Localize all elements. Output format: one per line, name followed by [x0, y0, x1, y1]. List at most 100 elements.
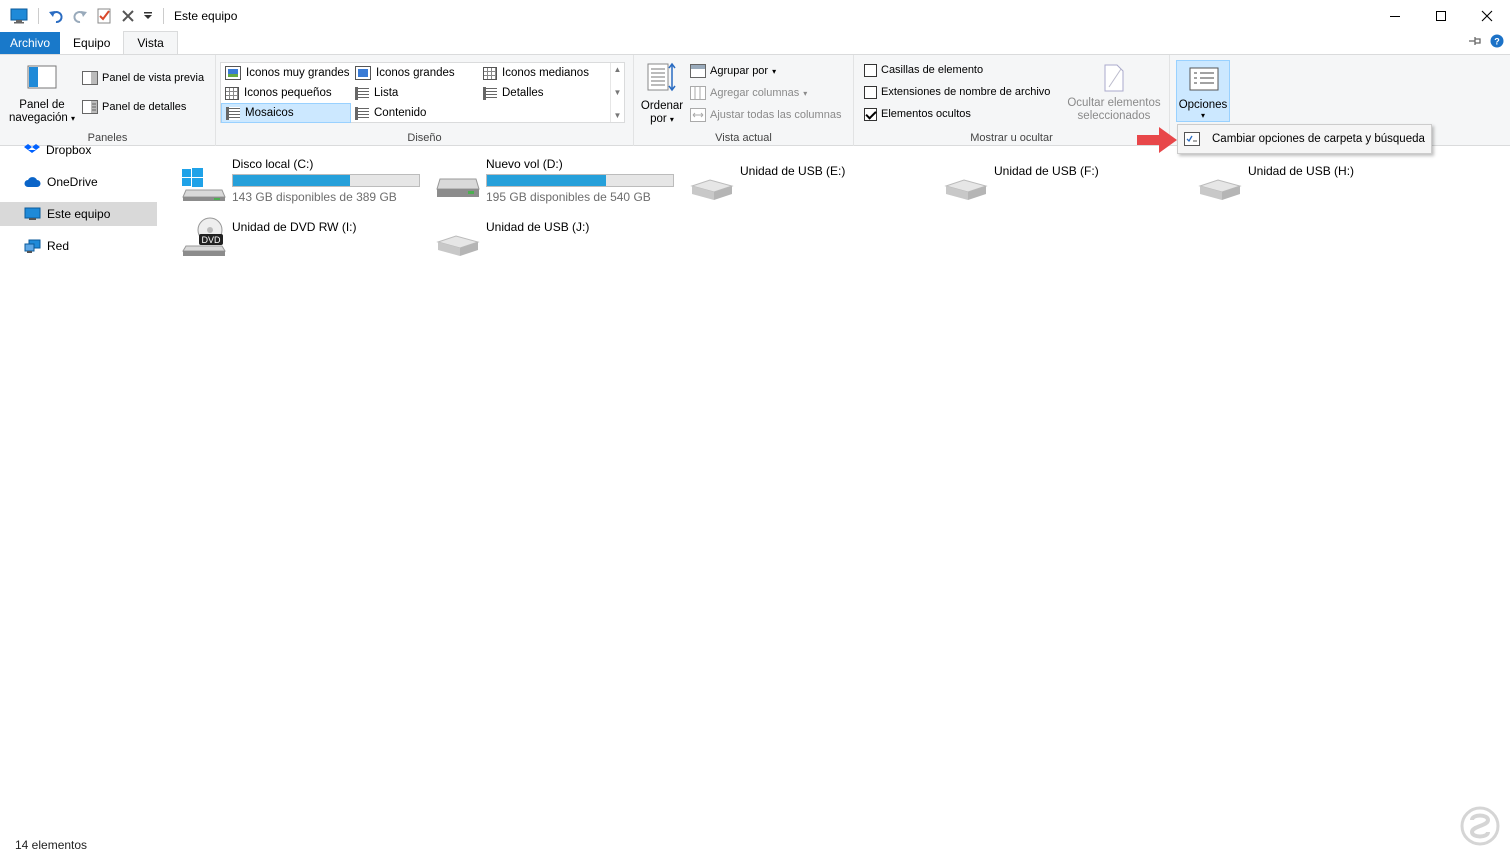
- dvd-badge: DVD: [201, 235, 221, 245]
- group-panes: Panel de navegación ▾ Panel de vista pre…: [0, 55, 216, 146]
- nav-item-label: Dropbox: [46, 143, 92, 157]
- navigation-pane-button[interactable]: Panel de navegación ▾: [6, 65, 78, 125]
- redo-icon[interactable]: [69, 5, 91, 27]
- size-columns-label: Ajustar todas las columnas: [710, 109, 842, 121]
- nav-item-this-pc[interactable]: Este equipo: [0, 202, 157, 226]
- drive-h[interactable]: Unidad de USB (H:): [1198, 164, 1448, 214]
- drive-name: Unidad de USB (F:): [994, 164, 1099, 178]
- network-icon: [24, 239, 41, 253]
- nav-item-label: Este equipo: [47, 207, 111, 221]
- nav-item-label: OneDrive: [47, 175, 98, 189]
- scroll-down-icon[interactable]: ▼: [614, 88, 622, 97]
- layout-list[interactable]: Lista: [351, 83, 398, 103]
- size-columns-icon: [690, 108, 706, 122]
- drive-j[interactable]: Unidad de USB (J:): [436, 220, 686, 270]
- layout-tiles[interactable]: Mosaicos: [221, 103, 351, 123]
- hide-selected-items-button[interactable]: Ocultar elementos seleccionados: [1064, 63, 1164, 123]
- help-icon[interactable]: ?: [1490, 34, 1504, 51]
- hidden-items-checkbox[interactable]: [864, 107, 877, 121]
- size-columns-button[interactable]: Ajustar todas las columnas: [690, 105, 841, 125]
- details-label: Detalles: [502, 87, 544, 99]
- sort-by-icon: [647, 62, 676, 92]
- medium-icons-icon: [483, 66, 497, 80]
- drive-name: Unidad de USB (E:): [740, 164, 846, 178]
- group-label-layout: Diseño: [407, 132, 442, 144]
- drive-c[interactable]: Disco local (C:) 143 GB disponibles de 3…: [182, 157, 432, 207]
- add-columns-label: Agregar columnas: [710, 87, 800, 99]
- chevron-down-icon: ▾: [803, 88, 808, 98]
- window-title: Este equipo: [174, 9, 238, 23]
- hidden-items-label: Elementos ocultos: [881, 108, 971, 120]
- layout-large-icons[interactable]: Iconos grandes: [351, 63, 455, 83]
- delete-icon[interactable]: [117, 5, 139, 27]
- group-by-button[interactable]: Agrupar por ▾: [690, 61, 776, 81]
- drive-i[interactable]: DVD Unidad de DVD RW (I:): [182, 217, 432, 270]
- sort-by-label-1: Ordenar: [640, 100, 684, 112]
- red-arrow-annotation: [1137, 125, 1179, 158]
- svg-text:?: ?: [1494, 37, 1500, 47]
- content-icon: [355, 106, 369, 120]
- ribbon-controls: ?: [1468, 34, 1504, 51]
- undo-icon[interactable]: [45, 5, 67, 27]
- layout-details[interactable]: Detalles: [479, 83, 544, 103]
- list-label: Lista: [374, 87, 399, 99]
- close-button[interactable]: [1464, 0, 1510, 32]
- tab-view[interactable]: Vista: [123, 31, 178, 54]
- file-extensions-checkbox[interactable]: [864, 85, 877, 99]
- nav-item-label: Red: [47, 239, 70, 253]
- nav-item-onedrive[interactable]: OneDrive: [0, 170, 157, 194]
- large-icons-label: Iconos grandes: [376, 67, 455, 79]
- tab-file[interactable]: Archivo: [0, 32, 61, 54]
- group-label-current-view: Vista actual: [715, 132, 772, 144]
- layout-medium-icons[interactable]: Iconos medianos: [479, 63, 589, 83]
- chevron-down-icon: ▾: [1200, 111, 1205, 120]
- hide-selected-icon: [1104, 64, 1124, 92]
- toolbar-separator: [163, 8, 164, 24]
- group-by-label: Agrupar por: [710, 65, 769, 77]
- file-extensions-option[interactable]: Extensiones de nombre de archivo: [864, 82, 1050, 102]
- minimize-button[interactable]: [1372, 0, 1418, 32]
- scroll-up-icon[interactable]: ▲: [614, 65, 622, 74]
- preview-pane-icon: [82, 71, 98, 85]
- maximize-button[interactable]: [1418, 0, 1464, 32]
- item-checkboxes-option[interactable]: Casillas de elemento: [864, 60, 983, 80]
- drive-name: Unidad de USB (J:): [486, 220, 590, 234]
- drive-d[interactable]: Nuevo vol (D:) 195 GB disponibles de 540…: [436, 157, 686, 207]
- options-button[interactable]: Opciones ▾: [1176, 60, 1230, 122]
- gallery-expand-icon[interactable]: ▼: [614, 111, 622, 120]
- nav-item-network[interactable]: Red: [0, 234, 157, 258]
- add-columns-button[interactable]: Agregar columnas ▾: [690, 83, 807, 103]
- small-icons-label: Iconos pequeños: [244, 87, 332, 99]
- layout-content[interactable]: Contenido: [351, 103, 426, 123]
- sort-by-label-2: por ▾: [638, 113, 686, 126]
- change-folder-options-item[interactable]: Cambiar opciones de carpeta y búsqueda: [1178, 132, 1425, 146]
- drive-e[interactable]: Unidad de USB (E:): [690, 164, 940, 214]
- customize-toolbar-icon[interactable]: [141, 5, 155, 27]
- drive-f[interactable]: Unidad de USB (F:): [944, 164, 1194, 214]
- preview-pane-label: Panel de vista previa: [102, 72, 205, 84]
- details-pane-label: Panel de detalles: [102, 101, 187, 113]
- computer-icon[interactable]: [8, 5, 30, 27]
- chevron-down-icon: ▾: [772, 66, 777, 76]
- preview-pane-button[interactable]: Panel de vista previa: [82, 68, 204, 88]
- tab-computer[interactable]: Equipo: [60, 32, 123, 54]
- properties-icon[interactable]: [93, 5, 115, 27]
- drive-free-space: 195 GB disponibles de 540 GB: [486, 190, 651, 204]
- layout-gallery-scroll[interactable]: ▲ ▼ ▼: [610, 63, 624, 122]
- layout-extra-large-icons[interactable]: Iconos muy grandes: [221, 63, 350, 83]
- layout-small-icons[interactable]: Iconos pequeños: [221, 83, 332, 103]
- hidden-items-option[interactable]: Elementos ocultos: [864, 104, 971, 124]
- details-pane-button[interactable]: Panel de detalles: [82, 97, 186, 117]
- drive-usage-bar: [486, 174, 674, 187]
- item-checkboxes-checkbox[interactable]: [864, 63, 877, 77]
- computer-icon: [24, 207, 41, 220]
- drive-usage-bar: [232, 174, 420, 187]
- options-label: Opciones: [1178, 99, 1228, 111]
- hide-selected-label-2: seleccionados: [1077, 110, 1151, 122]
- pin-icon[interactable]: [1468, 35, 1482, 50]
- onedrive-icon: [24, 177, 41, 187]
- tiles-label: Mosaicos: [245, 107, 294, 119]
- sort-by-button[interactable]: Ordenar por ▾: [638, 62, 686, 126]
- nav-item-dropbox[interactable]: Dropbox: [0, 138, 157, 162]
- options-icon: [1189, 67, 1219, 91]
